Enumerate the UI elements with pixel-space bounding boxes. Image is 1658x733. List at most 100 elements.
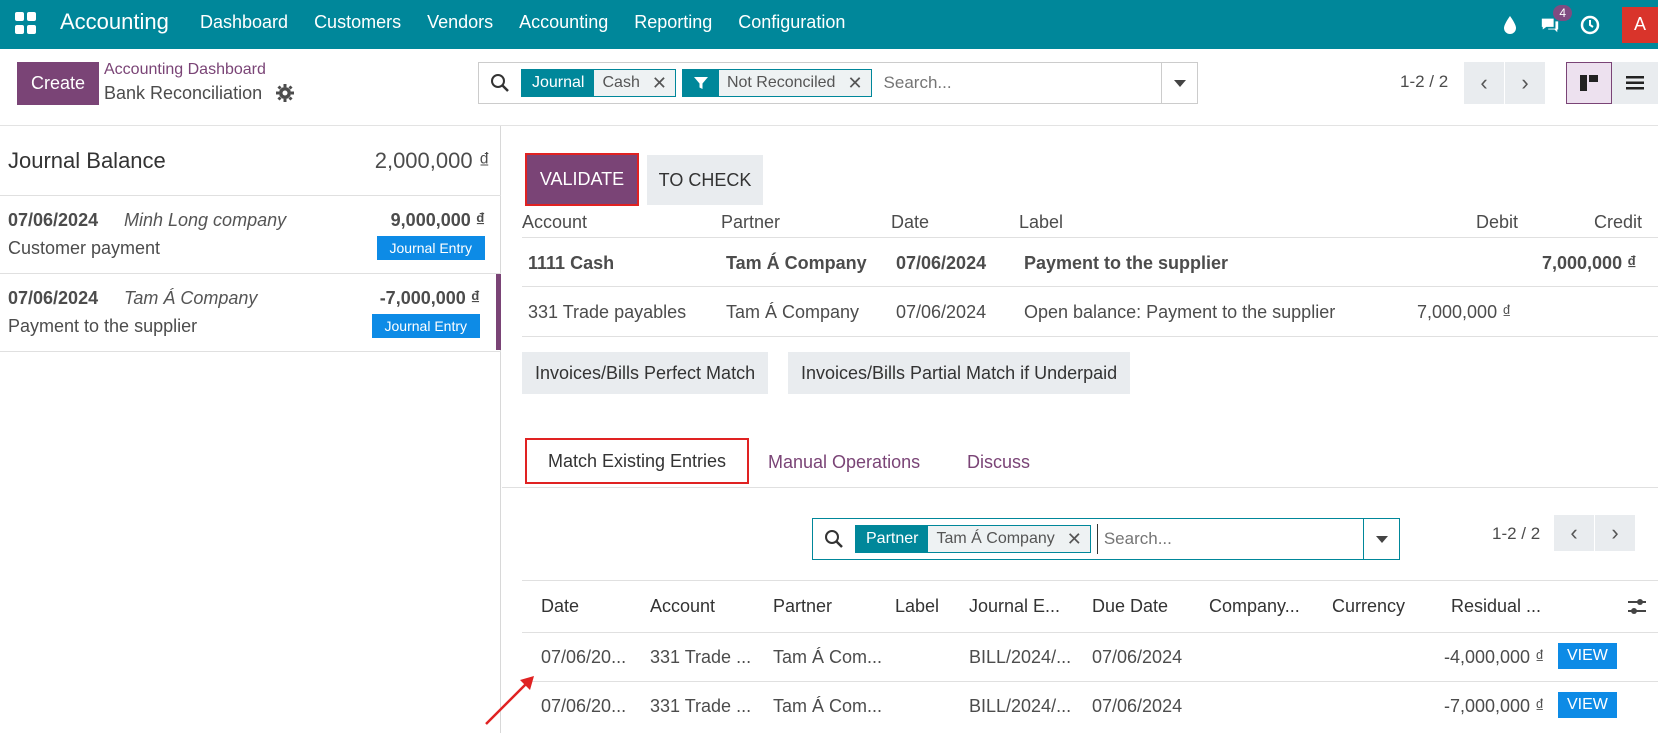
search-options-toggle[interactable] bbox=[1161, 63, 1197, 103]
search-icon[interactable] bbox=[479, 73, 521, 93]
col-journal-entry[interactable]: Journal E... bbox=[969, 596, 1060, 617]
match-residual[interactable]: -7,000,000 ₫ bbox=[1444, 696, 1544, 717]
main-menu: Dashboard Customers Vendors Accounting R… bbox=[200, 12, 871, 33]
col-account[interactable]: Account bbox=[650, 596, 715, 617]
close-icon[interactable]: ✕ bbox=[1067, 529, 1082, 550]
col-partner: Partner bbox=[721, 212, 781, 232]
close-icon[interactable]: ✕ bbox=[652, 73, 667, 94]
optional-columns-icon[interactable] bbox=[1626, 596, 1648, 618]
col-credit: Credit bbox=[1594, 212, 1643, 232]
reconcile-model-perfect-match[interactable]: Invoices/Bills Perfect Match bbox=[522, 352, 769, 394]
app-brand[interactable]: Accounting bbox=[60, 9, 169, 35]
col-debit: Debit bbox=[1476, 212, 1519, 232]
pager-previous-button[interactable]: ‹ bbox=[1554, 515, 1594, 551]
match-partner[interactable]: Tam Á Com... bbox=[773, 696, 882, 717]
line-debit[interactable]: 7,000,000 ₫ bbox=[1417, 302, 1511, 323]
menu-dashboard[interactable]: Dashboard bbox=[200, 12, 288, 33]
menu-configuration[interactable]: Configuration bbox=[738, 12, 845, 33]
view-button[interactable]: VIEW bbox=[1558, 643, 1617, 669]
statement-line[interactable]: 07/06/2024 Minh Long company 9,000,000 ₫… bbox=[0, 196, 501, 272]
search-icon[interactable] bbox=[813, 529, 855, 549]
view-button[interactable]: VIEW bbox=[1558, 692, 1617, 718]
caret-down-icon bbox=[1173, 79, 1186, 87]
search-options-toggle[interactable] bbox=[1363, 519, 1399, 559]
user-avatar[interactable]: A bbox=[1622, 6, 1658, 43]
match-search-input[interactable] bbox=[1096, 524, 1363, 554]
match-pager-value[interactable]: 1-2 / 2 bbox=[1492, 524, 1540, 544]
line-credit[interactable]: 7,000,000 ₫ bbox=[1542, 253, 1636, 274]
line-label[interactable]: Payment to the supplier bbox=[1024, 253, 1228, 274]
facet-journal: Journal Cash ✕ bbox=[521, 69, 676, 97]
breadcrumb-parent[interactable]: Accounting Dashboard bbox=[104, 61, 266, 79]
pager-next-button[interactable]: › bbox=[1505, 62, 1545, 104]
match-date[interactable]: 07/06/20... bbox=[541, 696, 626, 717]
tab-match-existing-entries[interactable]: Match Existing Entries bbox=[525, 438, 749, 484]
close-icon[interactable]: ✕ bbox=[847, 73, 862, 94]
col-due-date[interactable]: Due Date bbox=[1092, 596, 1168, 617]
match-journal-entry[interactable]: BILL/2024/... bbox=[969, 647, 1071, 668]
line-account[interactable]: 331 Trade payables bbox=[528, 302, 686, 323]
create-button[interactable]: Create bbox=[17, 62, 99, 105]
to-check-button[interactable]: TO CHECK bbox=[647, 155, 763, 205]
divider bbox=[522, 336, 1658, 337]
menu-accounting[interactable]: Accounting bbox=[519, 12, 608, 33]
divider bbox=[522, 681, 1658, 682]
search-input[interactable] bbox=[877, 68, 1161, 98]
pager-previous-button[interactable]: ‹ bbox=[1464, 62, 1504, 104]
line-account[interactable]: 1111 Cash bbox=[528, 253, 614, 274]
filter-icon bbox=[682, 70, 719, 96]
menu-customers[interactable]: Customers bbox=[314, 12, 401, 33]
line-date[interactable]: 07/06/2024 bbox=[896, 302, 986, 323]
menu-reporting[interactable]: Reporting bbox=[634, 12, 712, 33]
statement-date: 07/06/2024 bbox=[8, 210, 99, 230]
chat-icon[interactable]: 4 bbox=[1540, 4, 1572, 35]
reconcile-model-partial-match[interactable]: Invoices/Bills Partial Match if Underpai… bbox=[788, 352, 1131, 394]
divider bbox=[522, 580, 1658, 581]
validate-button[interactable]: VALIDATE bbox=[525, 153, 639, 206]
statement-lines-panel: Journal Balance 2,000,000 ₫ 07/06/2024 M… bbox=[0, 126, 501, 733]
gear-icon[interactable] bbox=[276, 84, 294, 102]
col-currency[interactable]: Currency bbox=[1332, 596, 1405, 617]
facet-value-text: Not Reconciled bbox=[726, 74, 836, 91]
list-view-button[interactable] bbox=[1612, 62, 1658, 104]
top-navbar: Accounting Dashboard Customers Vendors A… bbox=[0, 0, 1658, 49]
journal-entry-button[interactable]: Journal Entry bbox=[376, 236, 485, 260]
col-residual[interactable]: Residual ... bbox=[1451, 596, 1541, 617]
col-date[interactable]: Date bbox=[541, 596, 579, 617]
col-company[interactable]: Company... bbox=[1209, 596, 1300, 617]
match-residual[interactable]: -4,000,000 ₫ bbox=[1444, 647, 1544, 668]
kanban-view-button[interactable] bbox=[1566, 62, 1612, 104]
line-label[interactable]: Open balance: Payment to the supplier bbox=[1024, 302, 1335, 323]
facet-value: Tam Á Company ✕ bbox=[928, 526, 1090, 552]
statement-date: 07/06/2024 bbox=[8, 288, 99, 308]
col-partner[interactable]: Partner bbox=[773, 596, 832, 617]
tab-manual-operations[interactable]: Manual Operations bbox=[768, 452, 920, 473]
match-due-date[interactable]: 07/06/2024 bbox=[1092, 647, 1182, 668]
match-account[interactable]: 331 Trade ... bbox=[650, 696, 751, 717]
line-partner[interactable]: Tam Á Company bbox=[726, 253, 867, 274]
chat-count-badge: 4 bbox=[1553, 4, 1572, 21]
clock-icon[interactable] bbox=[1580, 15, 1600, 35]
menu-vendors[interactable]: Vendors bbox=[427, 12, 493, 33]
apps-grid-icon[interactable] bbox=[15, 12, 37, 34]
pager-value[interactable]: 1-2 / 2 bbox=[1400, 72, 1448, 92]
tab-discuss[interactable]: Discuss bbox=[967, 452, 1030, 473]
journal-balance-value: 2,000,000 ₫ bbox=[374, 148, 490, 173]
caret-down-icon bbox=[1375, 535, 1388, 543]
line-date[interactable]: 07/06/2024 bbox=[896, 253, 986, 274]
navbar-systray: 4 A bbox=[1490, 0, 1658, 49]
col-label[interactable]: Label bbox=[895, 596, 939, 617]
line-partner[interactable]: Tam Á Company bbox=[726, 302, 859, 323]
match-account[interactable]: 331 Trade ... bbox=[650, 647, 751, 668]
match-journal-entry[interactable]: BILL/2024/... bbox=[969, 696, 1071, 717]
statement-line-active[interactable]: 07/06/2024 Tam Á Company -7,000,000 ₫ Pa… bbox=[0, 274, 501, 350]
match-partner[interactable]: Tam Á Com... bbox=[773, 647, 882, 668]
match-due-date[interactable]: 07/06/2024 bbox=[1092, 696, 1182, 717]
journal-entry-button[interactable]: Journal Entry bbox=[371, 314, 480, 338]
facet-value: Cash ✕ bbox=[594, 70, 675, 96]
pager-next-button[interactable]: › bbox=[1595, 515, 1635, 551]
statement-partner: Minh Long company bbox=[124, 210, 287, 230]
divider bbox=[522, 632, 1658, 633]
droplet-icon[interactable] bbox=[1500, 15, 1520, 35]
match-date[interactable]: 07/06/20... bbox=[541, 647, 626, 668]
